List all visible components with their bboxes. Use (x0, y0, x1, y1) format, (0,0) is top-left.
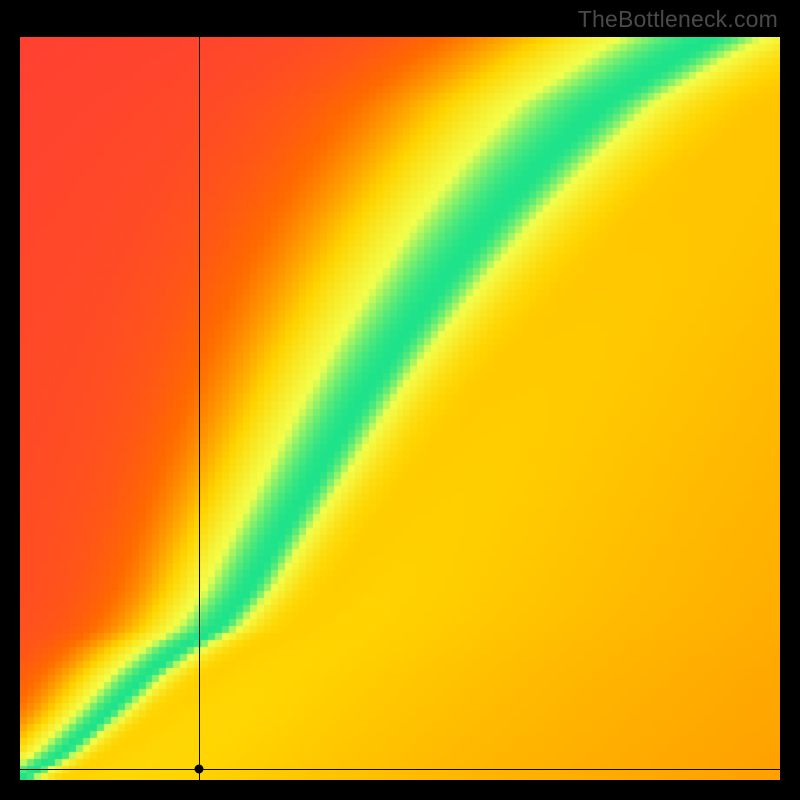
marker-dot (195, 765, 204, 774)
bottleneck-heatmap (20, 37, 780, 780)
guide-line-vertical (199, 37, 200, 780)
guide-line-horizontal (20, 769, 780, 770)
watermark-text: TheBottleneck.com (578, 6, 778, 33)
chart-stage: TheBottleneck.com (0, 0, 800, 800)
